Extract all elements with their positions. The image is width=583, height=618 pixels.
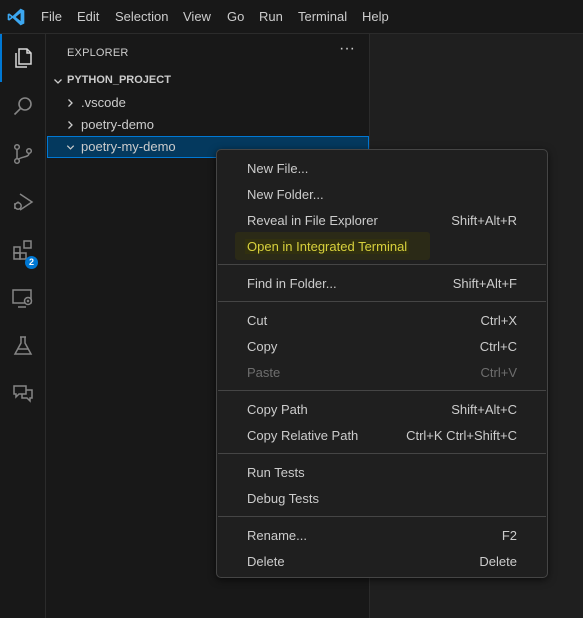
menu-item-label: New Folder...	[247, 187, 324, 202]
menu-item-delete[interactable]: Delete Delete	[221, 549, 543, 575]
activity-remote-explorer[interactable]	[0, 274, 46, 322]
menu-item-label: Rename...	[247, 528, 307, 543]
menu-item-open-in-integrated-terminal[interactable]: Open in Integrated Terminal	[221, 234, 543, 260]
chevron-down-icon	[66, 145, 75, 150]
menu-edit[interactable]: Edit	[77, 0, 99, 34]
remote-explorer-icon	[12, 289, 33, 308]
menu-separator	[218, 264, 546, 265]
search-icon	[13, 97, 32, 116]
title-bar: File Edit Selection View Go Run Terminal…	[0, 0, 583, 34]
menu-item-label: Reveal in File Explorer	[247, 213, 378, 228]
more-actions-icon[interactable]: ···	[336, 40, 358, 62]
explorer-icon	[15, 48, 32, 68]
vscode-logo-icon[interactable]	[6, 7, 26, 27]
activity-testing[interactable]	[0, 322, 46, 370]
menu-separator	[218, 516, 546, 517]
menu-item-copy[interactable]: Copy Ctrl+C	[221, 334, 543, 360]
menu-help[interactable]: Help	[362, 0, 389, 34]
tree-item-label: poetry-my-demo	[81, 139, 176, 154]
menu-item-copy-relative-path[interactable]: Copy Relative Path Ctrl+K Ctrl+Shift+C	[221, 423, 543, 449]
menu-item-paste: Paste Ctrl+V	[221, 360, 543, 386]
activity-run-debug[interactable]	[0, 178, 46, 226]
menu-item-shortcut: Shift+Alt+C	[451, 402, 517, 417]
menu-item-label: Copy Path	[247, 402, 308, 417]
menu-item-copy-path[interactable]: Copy Path Shift+Alt+C	[221, 397, 543, 423]
activity-source-control[interactable]	[0, 130, 46, 178]
menu-separator	[218, 453, 546, 454]
tree-item-poetry-demo[interactable]: poetry-demo	[47, 114, 369, 136]
menu-terminal[interactable]: Terminal	[298, 0, 347, 34]
menu-view[interactable]: View	[183, 0, 211, 34]
menu-item-shortcut: Ctrl+C	[479, 339, 517, 354]
activity-chat[interactable]	[0, 370, 46, 418]
chevron-right-icon	[68, 99, 73, 107]
testing-icon	[13, 336, 33, 355]
menu-item-new-folder[interactable]: New Folder...	[221, 182, 543, 208]
menu-item-label: Delete	[247, 554, 285, 569]
menu-separator	[218, 301, 546, 302]
menu-item-new-file[interactable]: New File...	[221, 156, 543, 182]
menu-item-label: Debug Tests	[247, 491, 320, 506]
workspace-section-header[interactable]: PYTHON_PROJECT	[46, 70, 368, 92]
menu-item-shortcut: Delete	[479, 554, 517, 569]
menu-item-label: Paste	[247, 365, 281, 380]
menu-item-shortcut: Shift+Alt+R	[451, 213, 517, 228]
menu-item-shortcut: Shift+Alt+F	[452, 276, 517, 291]
menu-item-shortcut: F2	[501, 528, 517, 543]
menu-item-label: Copy Relative Path	[247, 428, 359, 443]
explorer-title: EXPLORER	[67, 47, 129, 59]
menu-item-debug-tests[interactable]: Debug Tests	[221, 486, 543, 512]
source-control-icon	[13, 143, 33, 165]
menu-item-rename[interactable]: Rename... F2	[221, 523, 543, 549]
menu-item-cut[interactable]: Cut Ctrl+X	[221, 308, 543, 334]
tree-item-label: poetry-demo	[81, 117, 154, 132]
menu-separator	[218, 390, 546, 391]
run-debug-icon	[14, 193, 34, 211]
activity-bar: 2	[0, 34, 46, 618]
menu-item-shortcut: Ctrl+V	[480, 365, 517, 380]
menu-item-shortcut: Ctrl+K Ctrl+Shift+C	[406, 428, 517, 443]
tree-item-vscode[interactable]: .vscode	[47, 92, 369, 114]
menu-item-label: Cut	[247, 313, 268, 328]
menu-selection[interactable]: Selection	[115, 0, 168, 34]
menu-file[interactable]: File	[41, 0, 62, 34]
activity-explorer[interactable]	[0, 34, 46, 82]
menu-run[interactable]: Run	[259, 0, 283, 34]
extensions-badge: 2	[25, 256, 38, 269]
menu-item-run-tests[interactable]: Run Tests	[221, 460, 543, 486]
menu-go[interactable]: Go	[227, 0, 244, 34]
menu-item-reveal-in-file-explorer[interactable]: Reveal in File Explorer Shift+Alt+R	[221, 208, 543, 234]
menu-item-label: Copy	[247, 339, 278, 354]
menu-item-label: Find in Folder...	[247, 276, 337, 291]
activity-search[interactable]	[0, 82, 46, 130]
activity-extensions[interactable]: 2	[0, 226, 46, 274]
menu-item-label: Run Tests	[247, 465, 305, 480]
context-menu: New File... New Folder... Reveal in File…	[216, 149, 548, 578]
workspace-name: PYTHON_PROJECT	[67, 74, 171, 86]
menu-item-label: New File...	[247, 161, 309, 176]
chevron-down-icon	[54, 79, 62, 84]
menu-item-label: Open in Integrated Terminal	[245, 239, 410, 254]
menu-item-find-in-folder[interactable]: Find in Folder... Shift+Alt+F	[221, 271, 543, 297]
menu-item-shortcut: Ctrl+X	[480, 313, 517, 328]
chat-icon	[13, 385, 33, 403]
chevron-right-icon	[68, 121, 73, 129]
tree-item-label: .vscode	[81, 95, 126, 110]
